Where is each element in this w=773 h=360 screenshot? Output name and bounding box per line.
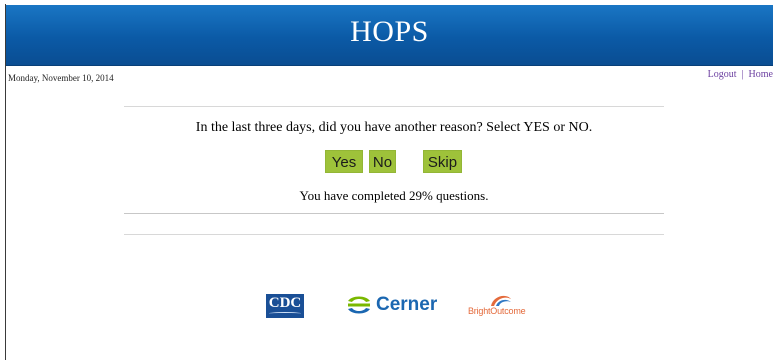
app-title: HOPS	[350, 15, 429, 48]
no-button[interactable]: No	[369, 150, 396, 173]
progress-text: You have completed 29% questions.	[299, 188, 489, 203]
cdc-logo: CDC	[266, 294, 304, 318]
skip-button[interactable]: Skip	[423, 150, 462, 173]
logout-link[interactable]: Logout	[708, 69, 737, 80]
question-text: In the last three days, did you have ano…	[195, 120, 593, 135]
cdc-swoosh-icon	[269, 312, 301, 315]
brightoutcome-arc-icon	[491, 295, 511, 306]
app-header: HOPS	[6, 5, 773, 66]
current-date: Monday, November 10, 2014	[8, 73, 114, 83]
answer-buttons: Yes No Skip	[0, 150, 773, 174]
top-links: Logout | Home	[708, 69, 773, 80]
divider-middle	[124, 213, 664, 214]
divider-top	[124, 106, 664, 107]
yes-button[interactable]: Yes	[325, 150, 363, 173]
partner-logos: CDC Cerner BrightOutcome	[0, 290, 773, 330]
cerner-logo-text: Cerner	[376, 294, 438, 315]
cdc-logo-text: CDC	[268, 295, 302, 311]
divider-bottom	[124, 234, 664, 235]
brightoutcome-logo: BrightOutcome	[468, 293, 538, 321]
brightoutcome-logo-text: BrightOutcome	[468, 306, 526, 316]
cerner-mark-icon	[348, 296, 370, 314]
link-separator: |	[741, 69, 744, 80]
home-link[interactable]: Home	[749, 69, 773, 80]
